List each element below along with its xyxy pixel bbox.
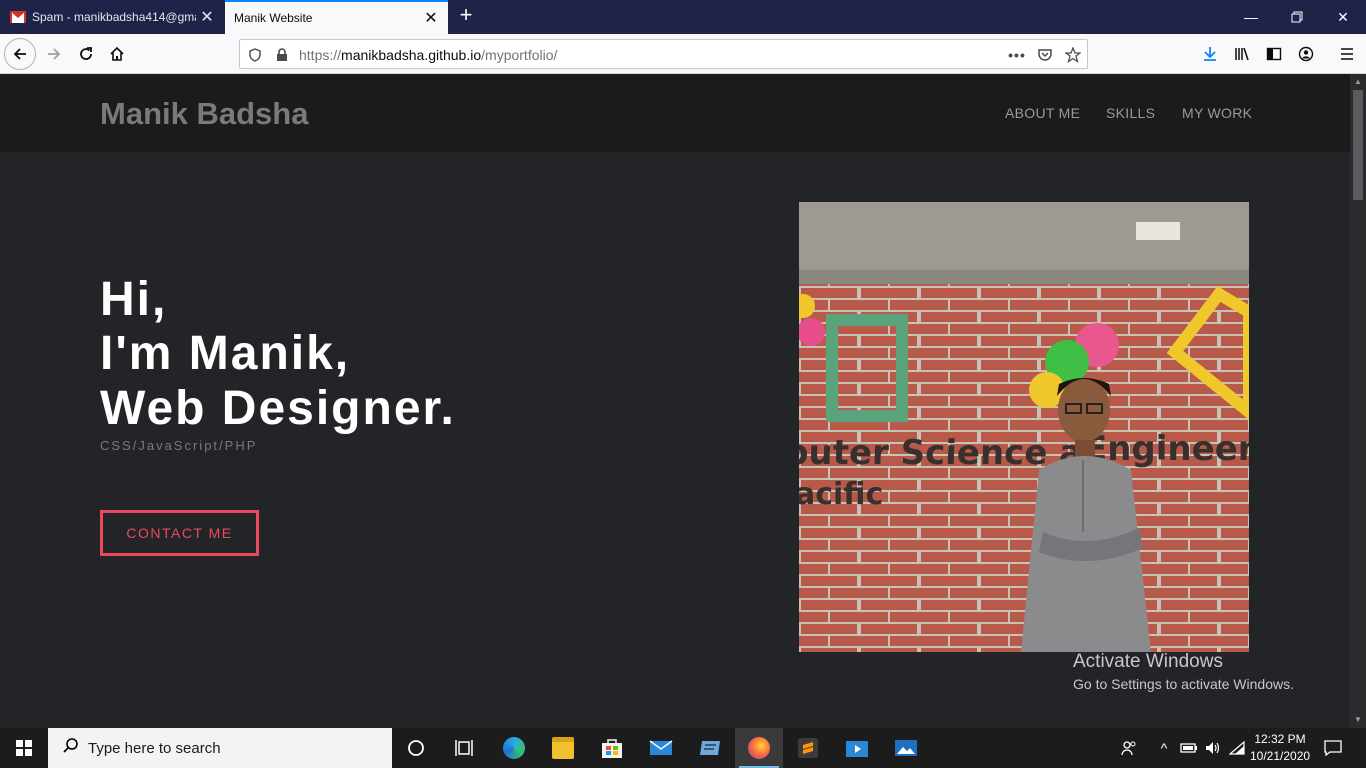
download-icon[interactable]: [1194, 38, 1226, 70]
tab-manik-website[interactable]: Manik Website ✕: [225, 0, 448, 34]
gmail-icon: [10, 11, 26, 23]
scroll-thumb[interactable]: [1353, 90, 1363, 200]
photos-icon[interactable]: [882, 728, 930, 768]
pocket-icon[interactable]: [1035, 45, 1055, 65]
wifi-icon[interactable]: [1226, 728, 1248, 768]
forward-button[interactable]: [38, 38, 70, 70]
tab-strip: Spam - manikbadsha414@gma ✕ Manik Websit…: [0, 0, 1366, 34]
scroll-up-icon[interactable]: ▲: [1350, 74, 1366, 90]
url-text: https://manikbadsha.github.io/myportfoli…: [299, 47, 557, 63]
url-prefix: https://: [299, 47, 342, 63]
cortana-icon[interactable]: [392, 728, 440, 768]
activate-windows-watermark: Activate Windows Go to Settings to activ…: [1073, 651, 1294, 692]
hero-line-1: Hi,: [100, 273, 168, 326]
url-bar[interactable]: https://manikbadsha.github.io/myportfoli…: [239, 39, 1088, 69]
svg-text:acific: acific: [799, 477, 883, 512]
minimize-icon[interactable]: —: [1228, 0, 1274, 34]
scroll-down-icon[interactable]: ▼: [1350, 712, 1366, 728]
nav-about-me[interactable]: ABOUT ME: [1005, 105, 1080, 121]
site-header: Manik Badsha ABOUT ME SKILLS MY WORK: [0, 74, 1350, 152]
page-scrollbar[interactable]: ▲ ▼: [1350, 74, 1366, 728]
profile-photo: puter Science a Engineer acific: [799, 202, 1249, 652]
svg-text:puter Science a: puter Science a: [799, 433, 1083, 473]
close-icon[interactable]: ✕: [196, 7, 218, 27]
tab-title: Manik Website: [234, 11, 313, 25]
watermark-title: Activate Windows: [1073, 651, 1223, 672]
search-placeholder: Type here to search: [88, 739, 221, 757]
menu-icon[interactable]: [1331, 38, 1363, 70]
hero-line-3: Web Designer.: [100, 382, 456, 435]
mail-icon[interactable]: [637, 728, 685, 768]
clock-date: 10/21/2020: [1250, 749, 1311, 763]
url-path: /myportfolio/: [481, 47, 558, 63]
taskbar-search[interactable]: Type here to search: [48, 728, 392, 768]
app-icon[interactable]: [686, 728, 734, 768]
clock-time: 12:32 PM: [1254, 732, 1306, 746]
tab-title: Spam - manikbadsha414@gma: [32, 10, 196, 24]
nav-my-work[interactable]: MY WORK: [1182, 105, 1252, 121]
home-button[interactable]: [101, 38, 133, 70]
volume-icon[interactable]: [1202, 728, 1224, 768]
file-explorer-icon[interactable]: [539, 728, 587, 768]
search-icon: [62, 737, 82, 760]
nav-toolbar: https://manikbadsha.github.io/myportfoli…: [0, 34, 1366, 74]
windows-icon: [16, 740, 32, 756]
new-tab-icon[interactable]: +: [454, 4, 478, 28]
more-icon[interactable]: •••: [1007, 45, 1027, 65]
watermark-subtitle: Go to Settings to activate Windows.: [1073, 676, 1294, 692]
sidebar-icon[interactable]: [1258, 38, 1290, 70]
start-button[interactable]: [0, 728, 48, 768]
nav-skills[interactable]: SKILLS: [1106, 105, 1155, 121]
battery-icon[interactable]: [1178, 728, 1200, 768]
window-close-icon[interactable]: ✕: [1320, 0, 1366, 34]
tab-gmail[interactable]: Spam - manikbadsha414@gma ✕: [0, 0, 224, 34]
account-icon[interactable]: [1290, 38, 1322, 70]
task-view-icon[interactable]: [440, 728, 488, 768]
shield-icon[interactable]: [245, 45, 265, 65]
people-icon[interactable]: [1116, 728, 1142, 768]
skills-text: CSS/JavaScript/PHP: [100, 438, 258, 453]
notifications-icon[interactable]: [1320, 728, 1346, 768]
back-button[interactable]: [4, 38, 36, 70]
store-icon[interactable]: [588, 728, 636, 768]
restore-icon[interactable]: [1274, 0, 1320, 34]
hero-line-2: I'm Manik,: [100, 327, 351, 380]
close-icon[interactable]: ✕: [420, 8, 442, 28]
reload-button[interactable]: [70, 38, 102, 70]
sublime-text-icon[interactable]: [784, 728, 832, 768]
bookmark-star-icon[interactable]: [1063, 45, 1083, 65]
taskbar: Type here to search ^ 12:32 PM 10/21/202…: [0, 728, 1366, 768]
taskbar-clock[interactable]: 12:32 PM 10/21/2020: [1250, 731, 1310, 765]
firefox-icon[interactable]: [735, 728, 783, 768]
url-host: manikbadsha.github.io: [341, 47, 482, 63]
edge-icon[interactable]: [490, 728, 538, 768]
media-player-icon[interactable]: [833, 728, 881, 768]
lock-icon[interactable]: [272, 45, 292, 65]
site-brand[interactable]: Manik Badsha: [100, 96, 308, 132]
web-page: Manik Badsha ABOUT ME SKILLS MY WORK Hi,…: [0, 74, 1350, 728]
contact-me-button[interactable]: CONTACT ME: [100, 510, 259, 556]
tray-expand-icon[interactable]: ^: [1154, 728, 1174, 768]
library-icon[interactable]: [1226, 38, 1258, 70]
